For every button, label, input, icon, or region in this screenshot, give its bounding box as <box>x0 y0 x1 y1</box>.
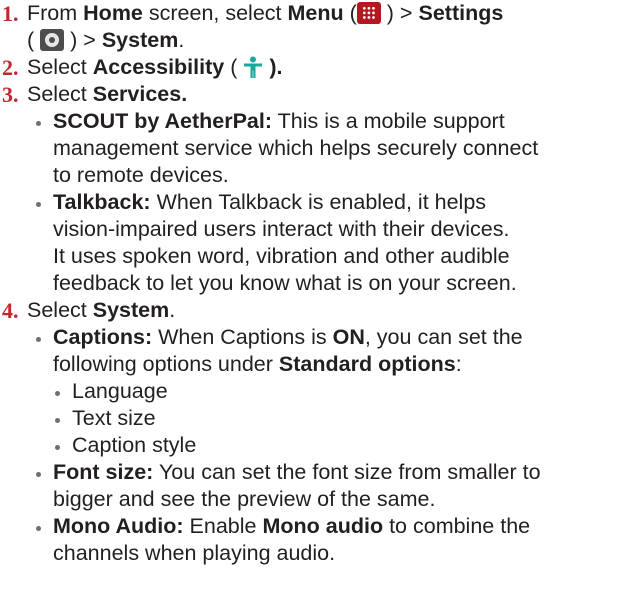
text: ( <box>230 55 238 79</box>
bullet-text: SCOUT by AetherPal: This is a mobile sup… <box>53 108 538 189</box>
step-line: ( ) > System. <box>27 27 640 54</box>
text-line: bigger and see the preview of the same. <box>53 487 436 511</box>
bullet-dot <box>55 445 60 450</box>
bullet-dot <box>36 121 41 126</box>
option-caption-style: Caption style <box>72 433 197 457</box>
text: You can set the font size from smaller t… <box>158 460 541 484</box>
menu-grid-icon <box>356 2 381 24</box>
mono-audio-label: Mono audio <box>262 514 384 538</box>
bullet-text: Talkback: When Talkback is enabled, it h… <box>53 189 517 297</box>
text-line: management service which helps securely … <box>53 136 539 160</box>
system-label: System <box>92 298 170 322</box>
option-language: Language <box>72 379 168 403</box>
text: This is a mobile support <box>277 109 505 133</box>
term: Captions: <box>53 325 153 349</box>
term: Font size: <box>53 460 154 484</box>
text-line: It uses spoken word, vibration and other… <box>53 244 510 268</box>
bullet-dot <box>36 526 41 531</box>
gear-icon <box>40 29 65 51</box>
text-line: Captions: When Captions is ON, you can s… <box>53 324 523 351</box>
text: When Captions is <box>158 325 327 349</box>
text: screen, select <box>148 1 282 25</box>
home-label: Home <box>83 1 143 25</box>
bullet-dot <box>36 202 41 207</box>
standard-options-label: Standard options <box>278 352 456 376</box>
text: ) > <box>386 1 413 25</box>
text: Select <box>27 82 87 106</box>
option-text-size: Text size <box>72 406 156 430</box>
text-line: Mono Audio: Enable Mono audio to combine… <box>53 513 530 540</box>
text: ( <box>27 28 35 52</box>
step-text: Select Accessibility ( ). <box>27 54 640 81</box>
term: Mono Audio: <box>53 514 184 538</box>
bullet-dot <box>36 337 41 342</box>
text-line: feedback to let you know what is on your… <box>53 271 517 295</box>
accessibility-icon <box>244 56 263 78</box>
text: Select <box>27 298 87 322</box>
text-line: SCOUT by AetherPal: This is a mobile sup… <box>53 108 538 135</box>
bullet-text: Captions: When Captions is ON, you can s… <box>53 324 523 378</box>
system-label: System <box>101 28 179 52</box>
on-label: ON <box>332 325 365 349</box>
term: Talkback: <box>53 190 151 214</box>
text-line: vision-impaired users interact with thei… <box>53 217 510 241</box>
text: Select <box>27 55 87 79</box>
text: ). <box>269 55 283 79</box>
step-number: 2. <box>2 55 19 80</box>
text: Enable <box>189 514 257 538</box>
text: When Talkback is enabled, it helps <box>156 190 487 214</box>
bullet-dot <box>36 472 41 477</box>
text-line: Talkback: When Talkback is enabled, it h… <box>53 189 517 216</box>
text-line: channels when playing audio. <box>53 541 336 565</box>
text-line: Font size: You can set the font size fro… <box>53 459 541 486</box>
step-text: Select Services. <box>27 81 640 108</box>
bullet-dot <box>55 391 60 396</box>
text: to combine the <box>389 514 531 538</box>
text: From <box>27 1 78 25</box>
step-line: Select Services. <box>27 81 640 108</box>
menu-label: Menu <box>287 1 344 25</box>
bullet-text: Mono Audio: Enable Mono audio to combine… <box>53 513 530 567</box>
step-number: 1. <box>2 1 19 26</box>
step-text: Select System. <box>27 297 640 324</box>
text-line: following options under Standard options… <box>53 351 523 378</box>
text: following options under <box>53 352 273 376</box>
settings-label: Settings <box>418 1 504 25</box>
services-label: Services. <box>92 82 188 106</box>
step-line: Select Accessibility ( ). <box>27 54 640 81</box>
term: SCOUT by AetherPal: <box>53 109 273 133</box>
step-line: From Home screen, select Menu ( ) > Sett… <box>27 0 640 27</box>
bullet-text: Font size: You can set the font size fro… <box>53 459 541 513</box>
instruction-document: 1. From Home screen, select Menu ( ) > S… <box>0 0 644 600</box>
step-text: From Home screen, select Menu ( ) > Sett… <box>27 0 640 54</box>
text: . <box>178 28 185 52</box>
step-number: 3. <box>2 82 19 107</box>
step-number: 4. <box>2 298 19 323</box>
text: ) > <box>70 28 96 52</box>
text: ( <box>349 1 357 25</box>
text-line: to remote devices. <box>53 163 229 187</box>
step-line: Select System. <box>27 297 640 324</box>
text: , you can set the <box>364 325 523 349</box>
bullet-dot <box>55 418 60 423</box>
text: : <box>455 352 462 376</box>
text: . <box>169 298 176 322</box>
accessibility-label: Accessibility <box>92 55 225 79</box>
